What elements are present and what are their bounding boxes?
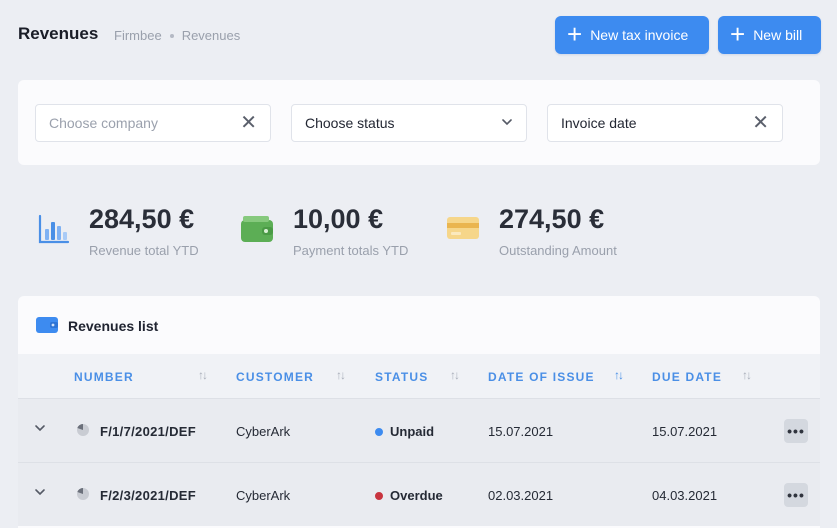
column-number[interactable]: NUMBER bbox=[74, 370, 134, 384]
wallet-icon bbox=[241, 216, 273, 242]
company-filter[interactable]: ✕ bbox=[35, 104, 271, 142]
pie-progress-icon bbox=[77, 487, 89, 500]
invoice-number[interactable]: F/1/7/2021/DEF bbox=[100, 424, 196, 439]
stat-payment-value: 10,00 € bbox=[293, 204, 384, 234]
invoice-date-value: Invoice date bbox=[561, 115, 637, 131]
card-icon bbox=[447, 217, 479, 239]
new-tax-invoice-button[interactable]: + New tax invoice bbox=[555, 16, 709, 54]
page-title: Revenues bbox=[18, 24, 99, 43]
revenues-list: Revenues list NUMBER ↑↓ CUSTOMER ↑↓ STAT… bbox=[18, 296, 820, 528]
pie-progress-icon bbox=[77, 423, 89, 436]
wallet-icon bbox=[36, 317, 58, 333]
column-date-of-issue[interactable]: DATE OF ISSUE bbox=[488, 370, 595, 384]
table-header: NUMBER ↑↓ CUSTOMER ↑↓ STATUS ↑↓ DATE OF … bbox=[18, 354, 820, 398]
stat-outstanding-label: Outstanding Amount bbox=[499, 243, 617, 258]
chevron-down-icon[interactable] bbox=[34, 485, 46, 499]
sort-icon[interactable]: ↑↓ bbox=[450, 368, 460, 382]
new-tax-invoice-label: New tax invoice bbox=[590, 27, 689, 43]
filters-panel: ✕ Choose status Invoice date ✕ bbox=[18, 80, 820, 165]
date-of-issue: 02.03.2021 bbox=[488, 488, 554, 503]
column-status[interactable]: STATUS bbox=[375, 370, 428, 384]
stat-outstanding-value: 274,50 € bbox=[499, 204, 605, 234]
status-dot-icon bbox=[375, 491, 383, 500]
sort-icon[interactable]: ↑↓ bbox=[198, 368, 208, 382]
company-input[interactable] bbox=[49, 115, 235, 131]
status-select[interactable]: Choose status bbox=[291, 104, 527, 142]
clear-date-icon[interactable]: ✕ bbox=[752, 113, 769, 133]
date-of-issue: 15.07.2021 bbox=[488, 424, 554, 439]
stat-revenue-value: 284,50 € bbox=[89, 204, 195, 234]
plus-icon: + bbox=[567, 19, 583, 49]
new-bill-button[interactable]: + New bill bbox=[718, 16, 821, 54]
chevron-down-icon[interactable] bbox=[34, 421, 46, 435]
customer-name: CyberArk bbox=[236, 488, 291, 503]
breadcrumb-separator-icon bbox=[169, 33, 174, 38]
invoice-number[interactable]: F/2/3/2021/DEF bbox=[100, 488, 196, 503]
stats-row: 284,50 € Revenue total YTD 10,00 € Payme… bbox=[0, 190, 837, 270]
table-row[interactable]: F/2/3/2021/DEF CyberArk Overdue 02.03.20… bbox=[18, 462, 820, 526]
clear-company-icon[interactable]: ✕ bbox=[240, 113, 257, 133]
breadcrumb-item-firmbee[interactable]: Firmbee bbox=[114, 28, 162, 43]
breadcrumb: Firmbee Revenues bbox=[114, 28, 240, 43]
bar-chart-icon bbox=[38, 214, 70, 244]
status-text: Overdue bbox=[390, 488, 443, 503]
column-customer[interactable]: CUSTOMER bbox=[236, 370, 314, 384]
chevron-down-icon bbox=[501, 117, 513, 129]
stat-revenue-label: Revenue total YTD bbox=[89, 243, 199, 258]
stat-payment-label: Payment totals YTD bbox=[293, 243, 409, 258]
status-dot-icon bbox=[375, 427, 383, 436]
page-header: Revenues Firmbee Revenues + New tax invo… bbox=[0, 0, 837, 70]
more-options-icon[interactable]: ••• bbox=[784, 419, 808, 443]
more-options-icon[interactable]: ••• bbox=[784, 483, 808, 507]
status-select-value: Choose status bbox=[305, 115, 395, 131]
due-date: 04.03.2021 bbox=[652, 488, 718, 503]
new-bill-label: New bill bbox=[753, 27, 803, 43]
customer-name: CyberArk bbox=[236, 424, 291, 439]
column-due-date[interactable]: DUE DATE bbox=[652, 370, 722, 384]
list-header: Revenues list bbox=[18, 296, 820, 354]
due-date: 15.07.2021 bbox=[652, 424, 718, 439]
plus-icon: + bbox=[730, 19, 746, 49]
table-row[interactable]: F/1/7/2021/DEF CyberArk Unpaid 15.07.202… bbox=[18, 398, 820, 462]
sort-icon[interactable]: ↑↓ bbox=[336, 368, 346, 382]
status-badge: Overdue bbox=[375, 488, 443, 503]
status-badge: Unpaid bbox=[375, 424, 434, 439]
breadcrumb-item-revenues: Revenues bbox=[181, 28, 241, 43]
list-title: Revenues list bbox=[68, 318, 159, 334]
sort-icon[interactable]: ↑↓ bbox=[742, 368, 752, 382]
status-text: Unpaid bbox=[390, 424, 435, 439]
sort-icon[interactable]: ↑↓ bbox=[614, 368, 624, 382]
invoice-date-filter[interactable]: Invoice date ✕ bbox=[547, 104, 783, 142]
